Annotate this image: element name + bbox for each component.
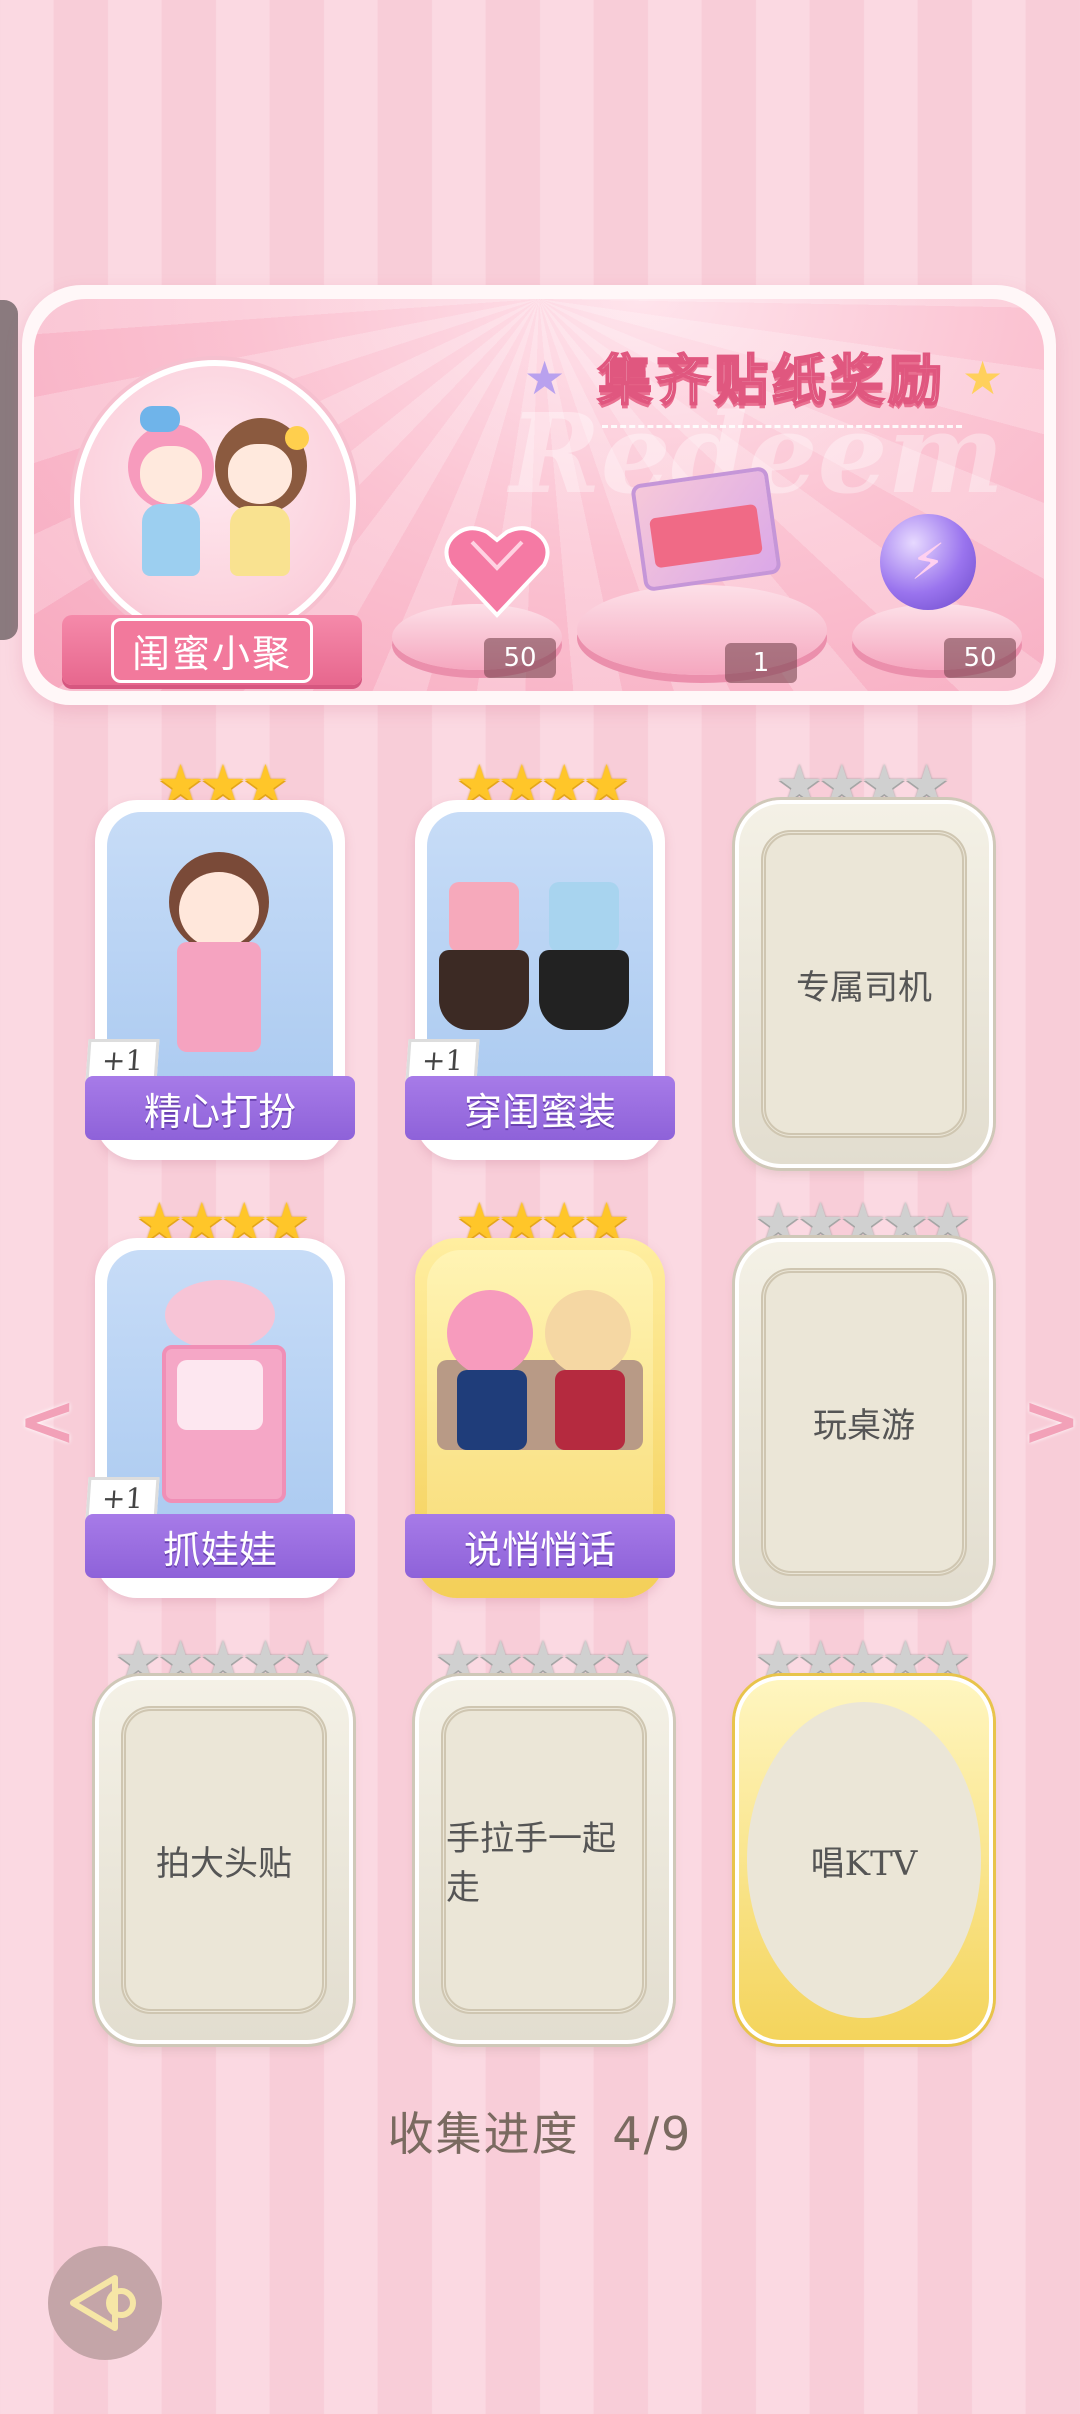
reward-energy-orb[interactable]: ⚡ 50 bbox=[852, 510, 1022, 678]
sticker-label: 唱KTV bbox=[810, 1843, 918, 1884]
collection-progress: 收集进度 4/9 bbox=[0, 2098, 1080, 2164]
sticker-card[interactable]: ★★★★ +1 抓娃娃 bbox=[85, 1196, 355, 1598]
progress-value: 4/9 bbox=[612, 2107, 693, 2161]
album-name: 闺蜜小聚 bbox=[110, 617, 313, 683]
sticker-label: 说悄悄话 bbox=[405, 1514, 675, 1578]
sticker-card-locked[interactable]: ★★★★★ 唱KTV bbox=[735, 1634, 993, 2044]
purple-star-icon: ★ bbox=[524, 351, 566, 405]
sticker-label: 抓娃娃 bbox=[85, 1514, 355, 1578]
gift-box-icon bbox=[630, 465, 782, 593]
banner-title: 集齐贴纸奖励 bbox=[597, 348, 946, 413]
yellow-star-icon: ★ bbox=[962, 351, 1004, 405]
sticker-card-locked[interactable]: ★★★★★ 手拉手一起走 bbox=[415, 1634, 673, 2044]
energy-orb-icon: ⚡ bbox=[880, 514, 976, 610]
sticker-card[interactable]: ★★★ +1 精心打扮 bbox=[85, 758, 355, 1160]
prev-page-arrow-icon[interactable]: < bbox=[18, 1380, 77, 1462]
sticker-card-locked[interactable]: ★★★★★ 玩桌游 bbox=[735, 1196, 993, 1606]
reward-count: 1 bbox=[725, 643, 797, 683]
sticker-card-locked[interactable]: ★★★★★ 拍大头贴 bbox=[95, 1634, 353, 2044]
album-avatar bbox=[74, 360, 356, 642]
sticker-label: 拍大头贴 bbox=[156, 1843, 292, 1884]
album-name-ribbon: 闺蜜小聚 bbox=[62, 615, 362, 685]
pink-diamond-icon bbox=[444, 526, 550, 618]
sticker-label: 专属司机 bbox=[796, 967, 932, 1008]
sticker-card[interactable]: ★★★★ +1 穿闺蜜装 bbox=[405, 758, 675, 1160]
reward-gift-box[interactable]: 1 bbox=[577, 465, 827, 683]
reward-count: 50 bbox=[484, 638, 556, 678]
sticker-label: 精心打扮 bbox=[85, 1076, 355, 1140]
sticker-label: 手拉手一起走 bbox=[446, 1819, 616, 1908]
progress-label: 收集进度 bbox=[387, 2107, 580, 2161]
next-page-arrow-icon[interactable]: > bbox=[1022, 1380, 1080, 1462]
back-arrow-icon bbox=[70, 2275, 136, 2331]
sticker-label: 穿闺蜜装 bbox=[405, 1076, 675, 1140]
sticker-card[interactable]: ★★★★ 说悄悄话 bbox=[405, 1196, 675, 1598]
sticker-card-locked[interactable]: ★★★★ 专属司机 bbox=[735, 758, 993, 1168]
side-drawer-tab[interactable] bbox=[0, 300, 18, 640]
sticker-label: 玩桌游 bbox=[813, 1405, 915, 1446]
reward-banner: Redeem ★ 集齐贴纸奖励 ★ 闺蜜小聚 50 1 ⚡ 50 bbox=[22, 285, 1056, 705]
reward-diamond[interactable]: 50 bbox=[392, 510, 562, 678]
reward-count: 50 bbox=[944, 638, 1016, 678]
back-button[interactable] bbox=[48, 2246, 162, 2360]
